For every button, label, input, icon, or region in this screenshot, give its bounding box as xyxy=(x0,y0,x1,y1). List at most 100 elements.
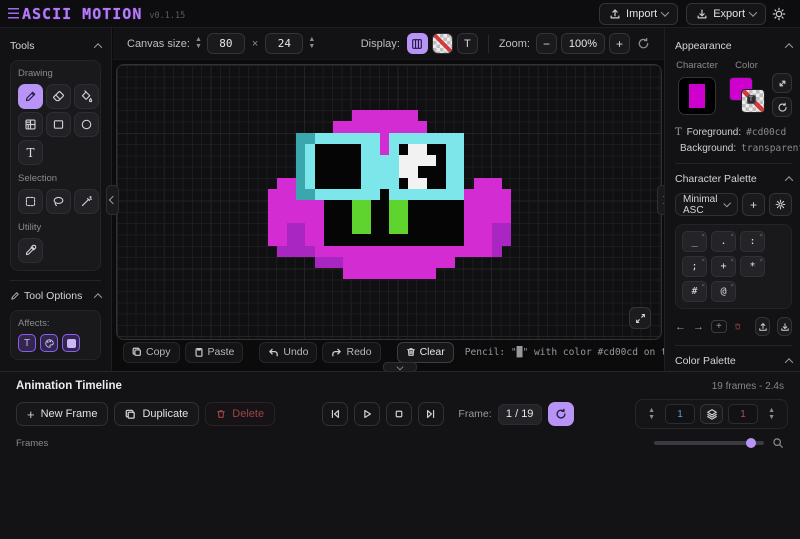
eyedropper-tool-button[interactable] xyxy=(18,238,43,263)
layers-icon xyxy=(706,408,718,420)
gear-icon xyxy=(775,199,786,210)
frames-label: Frames xyxy=(16,438,48,449)
timeline-title: Animation Timeline xyxy=(16,380,122,392)
first-frame-button[interactable] xyxy=(322,402,348,426)
foreground-t-icon: T xyxy=(675,127,682,138)
rectangle-tool-button[interactable] xyxy=(46,112,71,137)
loop-toggle-button[interactable] xyxy=(548,402,574,426)
duplicate-frame-button[interactable]: Duplicate xyxy=(114,402,199,426)
onion-next-stepper[interactable]: ▲▼ xyxy=(768,408,775,421)
chevron-up-icon xyxy=(785,176,793,184)
character-palette-section-header[interactable]: Character Palette xyxy=(675,173,792,185)
remove-character-icon[interactable]: × xyxy=(701,282,705,289)
magic-wand-tool-button[interactable] xyxy=(74,189,99,214)
top-bar: ASCII MOTION v0.1.15 Import Export xyxy=(0,0,800,28)
fill-cells-tool-button[interactable] xyxy=(18,112,43,137)
onion-prev-stepper[interactable]: ▲▼ xyxy=(648,408,655,421)
canvas-height-input[interactable]: 24 xyxy=(265,33,303,54)
character-palette-item[interactable]: :× xyxy=(740,231,765,252)
tool-options-section-header[interactable]: Tool Options xyxy=(10,290,101,302)
character-palette-item[interactable]: ;× xyxy=(682,256,707,277)
palette-import-button[interactable] xyxy=(755,317,770,336)
character-palette-item[interactable]: _× xyxy=(682,231,707,252)
palette-next-button[interactable]: → xyxy=(693,321,704,333)
tools-section-header[interactable]: Tools xyxy=(10,40,101,52)
export-button[interactable]: Export xyxy=(686,3,766,25)
zoom-out-button[interactable]: − xyxy=(536,33,557,54)
eraser-tool-button[interactable] xyxy=(46,84,71,109)
stop-button[interactable] xyxy=(386,402,412,426)
canvas-expand-button[interactable] xyxy=(629,307,651,329)
left-panel-collapse-handle[interactable] xyxy=(106,185,119,215)
add-character-button[interactable]: + xyxy=(742,193,765,216)
remove-character-icon[interactable]: × xyxy=(730,282,734,289)
height-stepper[interactable]: ▲▼ xyxy=(308,37,315,50)
zoom-value[interactable]: 100% xyxy=(561,33,605,54)
canvas-width-input[interactable]: 80 xyxy=(207,33,245,54)
remove-character-icon[interactable]: × xyxy=(759,257,763,264)
character-palette-item[interactable]: .× xyxy=(711,231,736,252)
rect-select-tool-button[interactable] xyxy=(18,189,43,214)
play-icon xyxy=(361,408,373,420)
slider-thumb[interactable] xyxy=(746,438,756,448)
background-label: Background: xyxy=(680,143,736,154)
lasso-select-tool-button[interactable] xyxy=(46,189,71,214)
text-display-toggle-button[interactable]: T xyxy=(457,33,478,54)
onion-skin-toggle-button[interactable] xyxy=(700,404,723,424)
redo-label: Redo xyxy=(346,346,371,358)
character-palette-item[interactable]: +× xyxy=(711,256,736,277)
onion-prev-count[interactable]: 1 xyxy=(665,404,695,424)
ascii-canvas[interactable] xyxy=(116,64,662,340)
affects-background-toggle[interactable] xyxy=(62,334,80,352)
character-palette-item[interactable]: @× xyxy=(711,281,736,302)
transparency-toggle-button[interactable] xyxy=(432,33,453,54)
reset-colors-button[interactable] xyxy=(772,97,792,117)
trash-icon xyxy=(216,409,226,419)
remove-character-icon[interactable]: × xyxy=(701,257,705,264)
frame-size-slider[interactable] xyxy=(654,441,764,445)
palette-export-button[interactable] xyxy=(777,317,792,336)
play-button[interactable] xyxy=(354,402,380,426)
remove-character-icon[interactable]: × xyxy=(759,232,763,239)
width-stepper[interactable]: ▲▼ xyxy=(195,37,202,50)
magic-wand-icon xyxy=(80,195,93,208)
grid-toggle-button[interactable] xyxy=(407,33,428,54)
character-palette-item[interactable]: *× xyxy=(740,256,765,277)
pencil-tool-button[interactable] xyxy=(18,84,43,109)
character-palette-item[interactable]: #× xyxy=(682,281,707,302)
redo-button[interactable]: Redo xyxy=(322,342,380,363)
magnifier-icon xyxy=(772,437,784,449)
palette-delete-icon[interactable] xyxy=(734,321,741,332)
character-preview[interactable] xyxy=(678,77,716,115)
paste-button[interactable]: Paste xyxy=(185,342,244,363)
character-palette-select[interactable]: Minimal ASC xyxy=(675,193,738,216)
zoom-in-button[interactable]: + xyxy=(609,33,630,54)
copy-icon xyxy=(132,347,142,357)
zoom-reset-icon[interactable] xyxy=(637,37,650,50)
character-palette-settings-button[interactable] xyxy=(769,193,792,216)
times-label: × xyxy=(252,38,258,50)
foreground-label: Foreground: xyxy=(687,127,741,138)
affects-character-toggle[interactable]: T xyxy=(18,334,36,352)
swap-colors-button[interactable] xyxy=(772,73,792,93)
remove-character-icon[interactable]: × xyxy=(701,232,705,239)
undo-button[interactable]: Undo xyxy=(259,342,317,363)
appearance-section-header[interactable]: Appearance xyxy=(675,40,792,52)
color-palette-section-header[interactable]: Color Palette xyxy=(675,355,792,367)
delete-frame-button[interactable]: Delete xyxy=(205,402,275,426)
import-button[interactable]: Import xyxy=(599,3,678,25)
new-frame-button[interactable]: + New Frame xyxy=(16,402,108,426)
paint-bucket-tool-button[interactable] xyxy=(74,84,99,109)
affects-color-toggle[interactable] xyxy=(40,334,58,352)
ellipse-tool-button[interactable] xyxy=(74,112,99,137)
palette-add-button[interactable]: + xyxy=(711,320,727,333)
palette-prev-button[interactable]: ← xyxy=(675,321,686,333)
text-tool-button[interactable]: T xyxy=(18,140,43,165)
onion-next-count[interactable]: 1 xyxy=(728,404,758,424)
remove-character-icon[interactable]: × xyxy=(730,232,734,239)
copy-button[interactable]: Copy xyxy=(123,342,180,363)
last-frame-button[interactable] xyxy=(418,402,444,426)
clear-button[interactable]: Clear xyxy=(397,342,454,363)
theme-toggle-button[interactable] xyxy=(766,7,792,21)
remove-character-icon[interactable]: × xyxy=(730,257,734,264)
